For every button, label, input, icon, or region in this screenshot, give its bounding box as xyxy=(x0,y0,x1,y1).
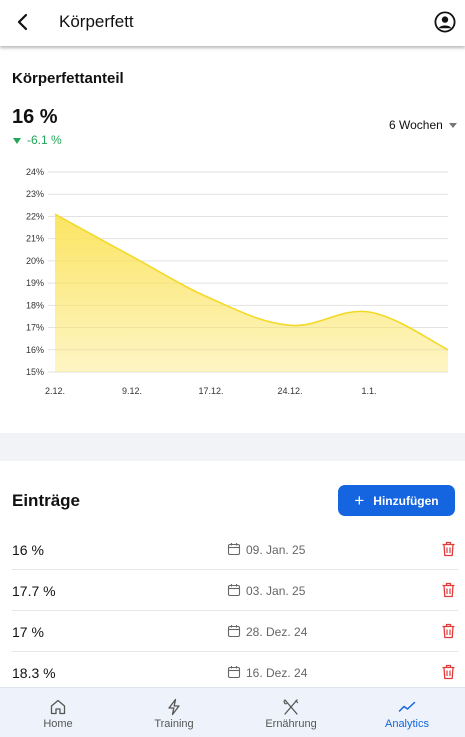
entry-value: 18.3 % xyxy=(12,665,56,681)
x-tick-label: 17.12. xyxy=(198,386,223,396)
nav-label-training: Training xyxy=(154,718,194,730)
lightning-icon xyxy=(168,698,180,716)
section-title: Körperfettanteil xyxy=(12,70,124,87)
y-tick-label: 18% xyxy=(26,300,44,310)
period-dropdown[interactable]: 6 Wochen xyxy=(389,118,457,132)
period-value: 6 Wochen xyxy=(389,118,443,132)
entry-value: 16 % xyxy=(12,542,44,558)
section-divider xyxy=(0,433,465,461)
trash-icon[interactable] xyxy=(441,582,456,598)
y-tick-label: 17% xyxy=(26,323,44,333)
trend-icon xyxy=(398,701,416,712)
y-tick-label: 24% xyxy=(26,167,44,177)
entry-date: 28. Dez. 24 xyxy=(246,625,308,639)
y-tick-label: 19% xyxy=(26,278,44,288)
nav-label-analytics: Analytics xyxy=(384,718,430,730)
body-fat-chart: 24% 23% 22% 21% 20% 19% 18% 17% 16% 15%2.12. 9.12.… xyxy=(26,167,449,396)
utensils-icon xyxy=(283,699,299,715)
y-tick-label: 22% xyxy=(26,211,44,221)
x-tick-label: 24.12. xyxy=(277,386,302,396)
entry-date: 16. Dez. 24 xyxy=(246,666,308,680)
y-tick-label: 15% xyxy=(26,367,44,377)
current-value: 16 % xyxy=(12,106,58,128)
back-arrow-icon[interactable] xyxy=(12,11,34,33)
app-header: Körperfett xyxy=(0,0,465,46)
plus-icon: + xyxy=(354,491,365,510)
delta-indicator: -6.1 % xyxy=(13,133,62,147)
nav-item-nutrition[interactable]: Ernährung xyxy=(233,688,349,737)
y-tick-label: 16% xyxy=(26,345,44,355)
entries-title: Einträge xyxy=(12,491,81,510)
calendar-icon xyxy=(227,584,241,597)
entry-row[interactable]: 16 % 09. Jan. 25 xyxy=(12,529,458,570)
y-tick-label: 23% xyxy=(26,189,44,199)
x-tick-label: 2.12. xyxy=(45,386,65,396)
calendar-icon xyxy=(227,666,241,679)
y-tick-label: 20% xyxy=(26,256,44,266)
calendar-icon xyxy=(227,625,241,638)
add-entry-button[interactable]: + Hinzufügen xyxy=(338,485,455,516)
entry-value: 17.7 % xyxy=(12,583,56,599)
home-icon xyxy=(50,699,66,715)
page-title: Körperfett xyxy=(59,12,134,31)
down-triangle-icon xyxy=(13,137,21,144)
bottom-navigation: Home Training Ernährung Analytics xyxy=(0,687,465,737)
nav-item-home[interactable]: Home xyxy=(0,688,116,737)
nav-item-training[interactable]: Training xyxy=(116,688,232,737)
entry-row[interactable]: 17 % 28. Dez. 24 xyxy=(12,611,458,652)
nav-item-analytics[interactable]: Analytics xyxy=(349,688,465,737)
entry-date: 03. Jan. 25 xyxy=(246,584,306,598)
trash-icon[interactable] xyxy=(441,623,456,639)
profile-icon[interactable] xyxy=(434,11,456,33)
area-fill xyxy=(55,214,448,372)
calendar-icon xyxy=(227,543,241,556)
trash-icon[interactable] xyxy=(441,541,456,557)
entry-date: 09. Jan. 25 xyxy=(246,543,306,557)
x-tick-label: 9.12. xyxy=(122,386,142,396)
entry-value: 17 % xyxy=(12,624,44,640)
add-entry-label: Hinzufügen xyxy=(373,493,439,508)
entry-row[interactable]: 17.7 % 03. Jan. 25 xyxy=(12,570,458,611)
caret-down-icon xyxy=(448,122,457,128)
delta-value: -6.1 % xyxy=(27,133,62,147)
body-fat-card: Körperfettanteil 16 % -6.1 % 6 Wochen 24… xyxy=(0,48,465,433)
nav-label-nutrition: Ernährung xyxy=(265,718,317,730)
x-tick-label: 1.1. xyxy=(361,386,376,396)
nav-label-home: Home xyxy=(43,718,73,730)
y-tick-label: 21% xyxy=(26,234,44,244)
trash-icon[interactable] xyxy=(441,664,456,680)
